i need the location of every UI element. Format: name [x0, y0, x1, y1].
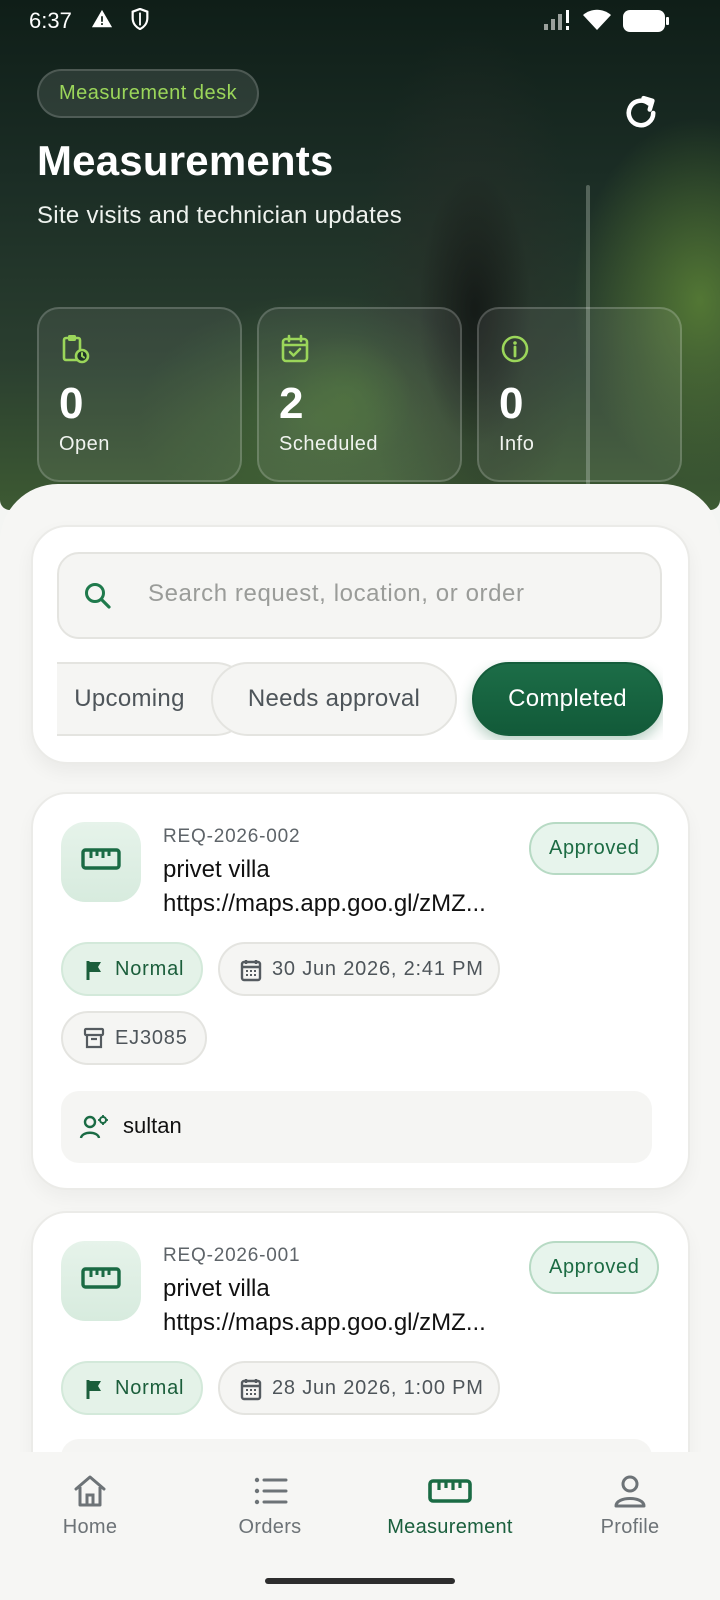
order-tag: EJ3085 — [61, 1011, 207, 1065]
home-icon — [74, 1475, 106, 1507]
request-id: REQ-2026-002 — [163, 826, 301, 847]
search-icon — [82, 580, 114, 612]
refresh-button[interactable] — [620, 92, 662, 134]
clipboard-clock-icon — [59, 333, 91, 365]
filter-chips: Upcoming Needs approval Completed — [57, 660, 663, 740]
stat-card-scheduled[interactable]: 2 Scheduled — [257, 307, 462, 482]
ruler-icon — [81, 848, 121, 870]
flag-icon — [86, 961, 101, 980]
ruler-icon-box — [61, 822, 141, 902]
technician-icon — [79, 1115, 108, 1139]
measurement-desk-badge: Measurement desk — [37, 69, 260, 118]
nav-label-profile: Profile — [600, 1516, 660, 1538]
stat-info-value: 0 — [499, 379, 524, 428]
wifi-icon — [582, 8, 612, 38]
warning-icon — [91, 8, 113, 36]
ruler-icon — [81, 1267, 121, 1289]
status-time: 6:37 — [29, 8, 72, 33]
shield-icon — [130, 7, 150, 36]
status-badge: Approved — [529, 822, 660, 875]
home-indicator[interactable] — [265, 1578, 455, 1584]
calendar-icon — [240, 1379, 262, 1401]
request-title: privet villa — [163, 1275, 270, 1302]
stat-open-label: Open — [59, 433, 110, 455]
stat-card-open[interactable]: 0 Open — [37, 307, 242, 482]
filter-chip-needs-approval[interactable]: Needs approval — [211, 662, 457, 736]
nav-item-orders[interactable]: Orders — [200, 1474, 340, 1564]
nav-item-profile[interactable]: Profile — [560, 1474, 700, 1564]
calendar-icon — [240, 960, 262, 982]
refresh-icon — [626, 95, 656, 128]
filter-chip-completed[interactable]: Completed — [472, 662, 663, 736]
nav-item-home[interactable]: Home — [20, 1474, 160, 1564]
ruler-icon — [428, 1479, 472, 1503]
nav-label-measurement: Measurement — [387, 1516, 513, 1538]
datetime-tag: 30 Jun 2026, 2:41 PM — [218, 942, 500, 996]
stat-scheduled-label: Scheduled — [279, 433, 379, 455]
priority-tag: Normal — [61, 942, 203, 996]
stat-info-label: Info — [499, 433, 535, 455]
info-icon — [499, 333, 531, 365]
cell-signal-icon — [543, 8, 573, 38]
flag-icon — [86, 1380, 101, 1399]
status-badge: Approved — [529, 1241, 660, 1294]
ruler-icon-box — [61, 1241, 141, 1321]
nav-label-orders: Orders — [238, 1516, 302, 1538]
request-location-link[interactable]: https://maps.app.goo.gl/zMZ... — [163, 1309, 523, 1337]
request-id: REQ-2026-001 — [163, 1245, 301, 1266]
list-icon — [254, 1477, 288, 1505]
priority-tag: Normal — [61, 1361, 203, 1415]
request-title: privet villa — [163, 856, 270, 883]
archive-icon — [83, 1027, 105, 1049]
battery-icon — [622, 9, 670, 39]
stat-open-value: 0 — [59, 379, 84, 428]
assignee-name: sultan — [123, 1113, 182, 1138]
datetime-tag: 28 Jun 2026, 1:00 PM — [218, 1361, 500, 1415]
status-bar: 6:37 — [0, 0, 720, 42]
calendar-check-icon — [279, 333, 311, 365]
assignee-row: sultan — [61, 1091, 652, 1163]
nav-label-home: Home — [62, 1516, 118, 1538]
page-title: Measurements — [37, 137, 334, 184]
request-card[interactable]: REQ-2026-002 privet villa https://maps.a… — [31, 792, 690, 1190]
person-icon — [614, 1475, 646, 1508]
request-location-link[interactable]: https://maps.app.goo.gl/zMZ... — [163, 890, 523, 918]
stat-scheduled-value: 2 — [279, 379, 304, 428]
search-placeholder: Search request, location, or order — [148, 580, 525, 607]
page-subtitle: Site visits and technician updates — [37, 202, 403, 229]
stat-card-info[interactable]: 0 Info — [477, 307, 682, 482]
nav-item-measurement[interactable]: Measurement — [380, 1474, 520, 1564]
